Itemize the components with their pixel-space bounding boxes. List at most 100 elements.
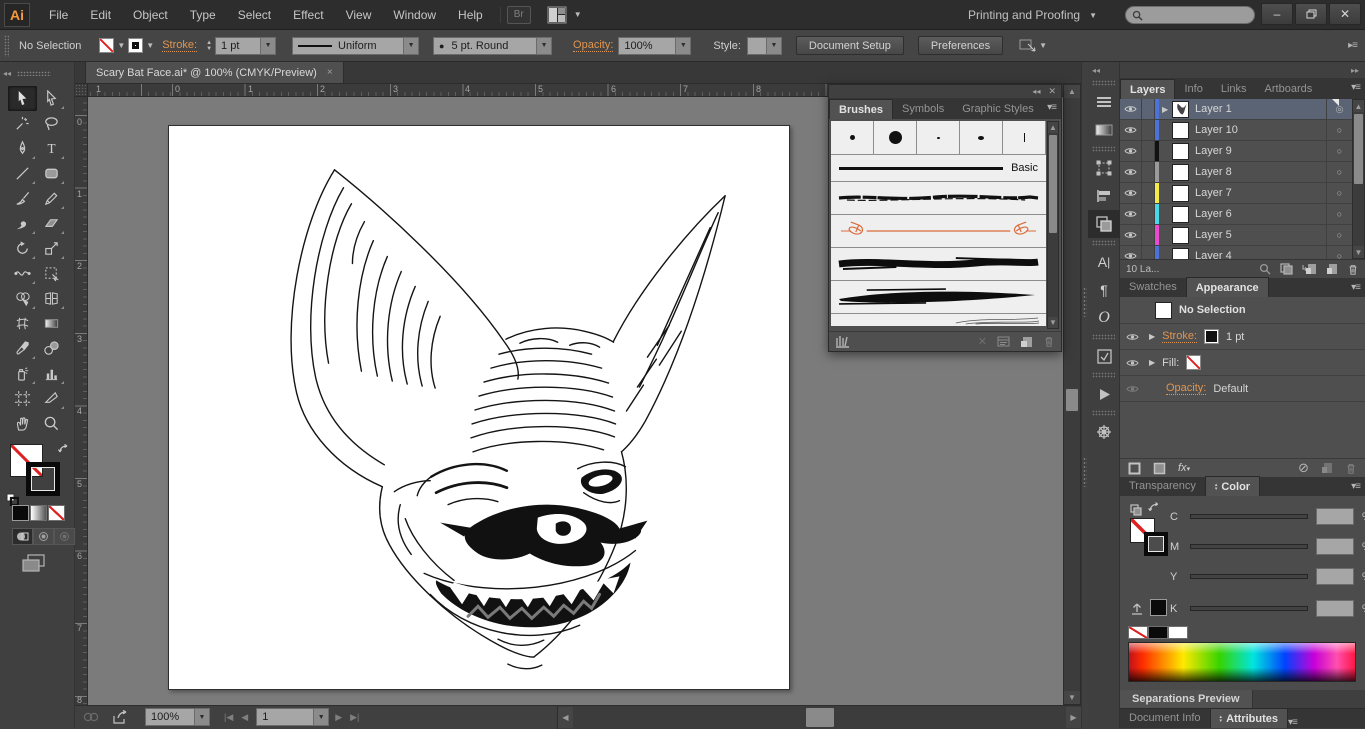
visibility-toggle-icon[interactable]: [1120, 162, 1142, 182]
expand-panels-icon[interactable]: ◂◂: [1092, 66, 1100, 75]
new-sublayer-icon[interactable]: [1302, 263, 1317, 275]
actions-panel-icon[interactable]: [1088, 380, 1120, 408]
magenta-slider[interactable]: [1190, 544, 1308, 549]
workspace-switcher[interactable]: Printing and Proofing ▼: [968, 0, 1100, 30]
opacity-value[interactable]: Default: [1213, 383, 1248, 395]
fill-color-swatch[interactable]: [99, 38, 115, 53]
target-icon[interactable]: ○: [1326, 204, 1352, 224]
scroll-up-icon[interactable]: ▲: [1353, 100, 1364, 112]
brush-rough-2[interactable]: [831, 281, 1046, 314]
stroke-weight-value[interactable]: 1 pt: [1226, 331, 1244, 343]
lock-toggle[interactable]: [1142, 162, 1155, 182]
visibility-toggle-icon[interactable]: [1126, 385, 1142, 393]
tab-document-info[interactable]: Document Info: [1120, 708, 1210, 728]
layer-thumbnail[interactable]: [1172, 184, 1189, 202]
lock-toggle[interactable]: [1142, 183, 1155, 203]
tab-graphic-styles[interactable]: Graphic Styles: [953, 99, 1043, 119]
stroke-weight-field[interactable]: 1 pt: [215, 36, 262, 55]
visibility-toggle-icon[interactable]: [1120, 141, 1142, 161]
visibility-toggle-icon[interactable]: [1120, 120, 1142, 140]
artboard[interactable]: [168, 125, 790, 690]
brush-libraries-icon[interactable]: [835, 335, 850, 348]
type-tool[interactable]: T: [37, 136, 66, 161]
last-artboard-icon[interactable]: ▶|: [350, 712, 359, 723]
lock-toggle[interactable]: [1142, 246, 1155, 259]
ruler-origin-corner[interactable]: [75, 84, 88, 97]
brush-calligraphic-2[interactable]: [874, 121, 917, 154]
tab-brushes[interactable]: Brushes: [829, 99, 894, 119]
artboard-tool[interactable]: [8, 386, 37, 411]
character-panel-icon[interactable]: A |: [1088, 248, 1120, 276]
menu-view[interactable]: View: [335, 0, 383, 30]
tab-info[interactable]: Info: [1175, 79, 1211, 99]
brush-basic[interactable]: Basic: [831, 155, 1046, 182]
remove-brush-stroke-icon[interactable]: ✕: [978, 335, 987, 348]
free-transform-tool[interactable]: [37, 261, 66, 286]
tab-appearance[interactable]: Appearance: [1185, 277, 1269, 297]
slice-tool[interactable]: [37, 386, 66, 411]
swap-fill-stroke-icon[interactable]: [1148, 502, 1161, 515]
target-icon[interactable]: ○: [1326, 183, 1352, 203]
shape-builder-tool[interactable]: [8, 286, 37, 311]
navigator-panel-icon[interactable]: [1088, 418, 1120, 446]
layer-thumbnail[interactable]: [1172, 226, 1189, 244]
duplicate-item-icon[interactable]: [1321, 462, 1333, 474]
hand-tool[interactable]: [8, 411, 37, 436]
brush-calligraphic-3[interactable]: [917, 121, 960, 154]
menu-object[interactable]: Object: [122, 0, 179, 30]
chevron-down-icon[interactable]: ▼: [117, 41, 125, 50]
collapse-panel-icon[interactable]: ◂◂: [1032, 87, 1040, 96]
current-color-swatch[interactable]: [1150, 599, 1167, 616]
drag-grip[interactable]: [17, 70, 52, 76]
control-panel-menu-icon[interactable]: ▸≡: [1348, 40, 1358, 51]
scale-tool[interactable]: [37, 236, 66, 261]
layer-thumbnail[interactable]: [1172, 142, 1189, 160]
pathfinder-panel-icon[interactable]: [1088, 210, 1120, 238]
lock-toggle[interactable]: [1142, 141, 1155, 161]
target-icon[interactable]: ○: [1326, 141, 1352, 161]
gradient-panel-icon[interactable]: [1088, 116, 1120, 144]
layer-row[interactable]: Layer 7 ○: [1120, 183, 1352, 204]
gradient-tool[interactable]: [37, 311, 66, 336]
align-panel-icon[interactable]: [1088, 182, 1120, 210]
vertical-ruler[interactable]: 0 1 2 3 4 5 6 7 8: [75, 97, 88, 705]
stroke-weight-link[interactable]: Stroke:: [162, 39, 198, 52]
zoom-level-field[interactable]: 100%: [145, 708, 195, 726]
artboard-number-field[interactable]: 1: [256, 708, 315, 726]
menu-effect[interactable]: Effect: [282, 0, 334, 30]
blend-tool[interactable]: [37, 336, 66, 361]
layer-row[interactable]: Layer 10 ○: [1120, 120, 1352, 141]
pencil-tool[interactable]: [37, 186, 66, 211]
layer-name[interactable]: Layer 5: [1195, 229, 1326, 241]
black-swatch[interactable]: [1148, 626, 1168, 639]
layer-row[interactable]: Layer 4 ○: [1120, 246, 1352, 259]
black-slider[interactable]: [1190, 606, 1308, 611]
visibility-toggle-icon[interactable]: [1120, 183, 1142, 203]
yellow-value-field[interactable]: [1316, 568, 1354, 585]
visibility-toggle-icon[interactable]: [1126, 333, 1142, 341]
document-setup-button[interactable]: Document Setup: [795, 36, 904, 55]
share-export-icon[interactable]: [113, 710, 129, 724]
layer-name[interactable]: Layer 8: [1195, 166, 1326, 178]
transform-panel-icon[interactable]: [1088, 154, 1120, 182]
align-to-selection-button[interactable]: ▼: [1019, 38, 1050, 53]
cyan-value-field[interactable]: [1316, 508, 1354, 525]
eyedropper-tool[interactable]: [8, 336, 37, 361]
stroke-weight-stepper[interactable]: ▲ ▼: [206, 40, 212, 52]
new-layer-icon[interactable]: [1326, 263, 1338, 275]
menu-select[interactable]: Select: [227, 0, 282, 30]
select-group-icon[interactable]: [1130, 504, 1143, 516]
brush-calligraphic-1[interactable]: [831, 121, 874, 154]
locate-object-icon[interactable]: [1259, 263, 1271, 275]
stroke-proxy[interactable]: [1144, 532, 1168, 556]
tab-layers[interactable]: Layers: [1120, 79, 1176, 99]
color-spectrum-bar[interactable]: [1128, 642, 1356, 682]
zoom-tool[interactable]: [37, 411, 66, 436]
layer-row[interactable]: Layer 6 ○: [1120, 204, 1352, 225]
swap-fill-stroke-icon[interactable]: [58, 444, 70, 456]
lock-toggle[interactable]: [1142, 120, 1155, 140]
target-icon[interactable]: ○: [1326, 225, 1352, 245]
tab-attributes[interactable]: ▴ ▾ Attributes: [1209, 708, 1289, 728]
pen-tool[interactable]: [8, 136, 37, 161]
rectangle-tool[interactable]: [37, 161, 66, 186]
